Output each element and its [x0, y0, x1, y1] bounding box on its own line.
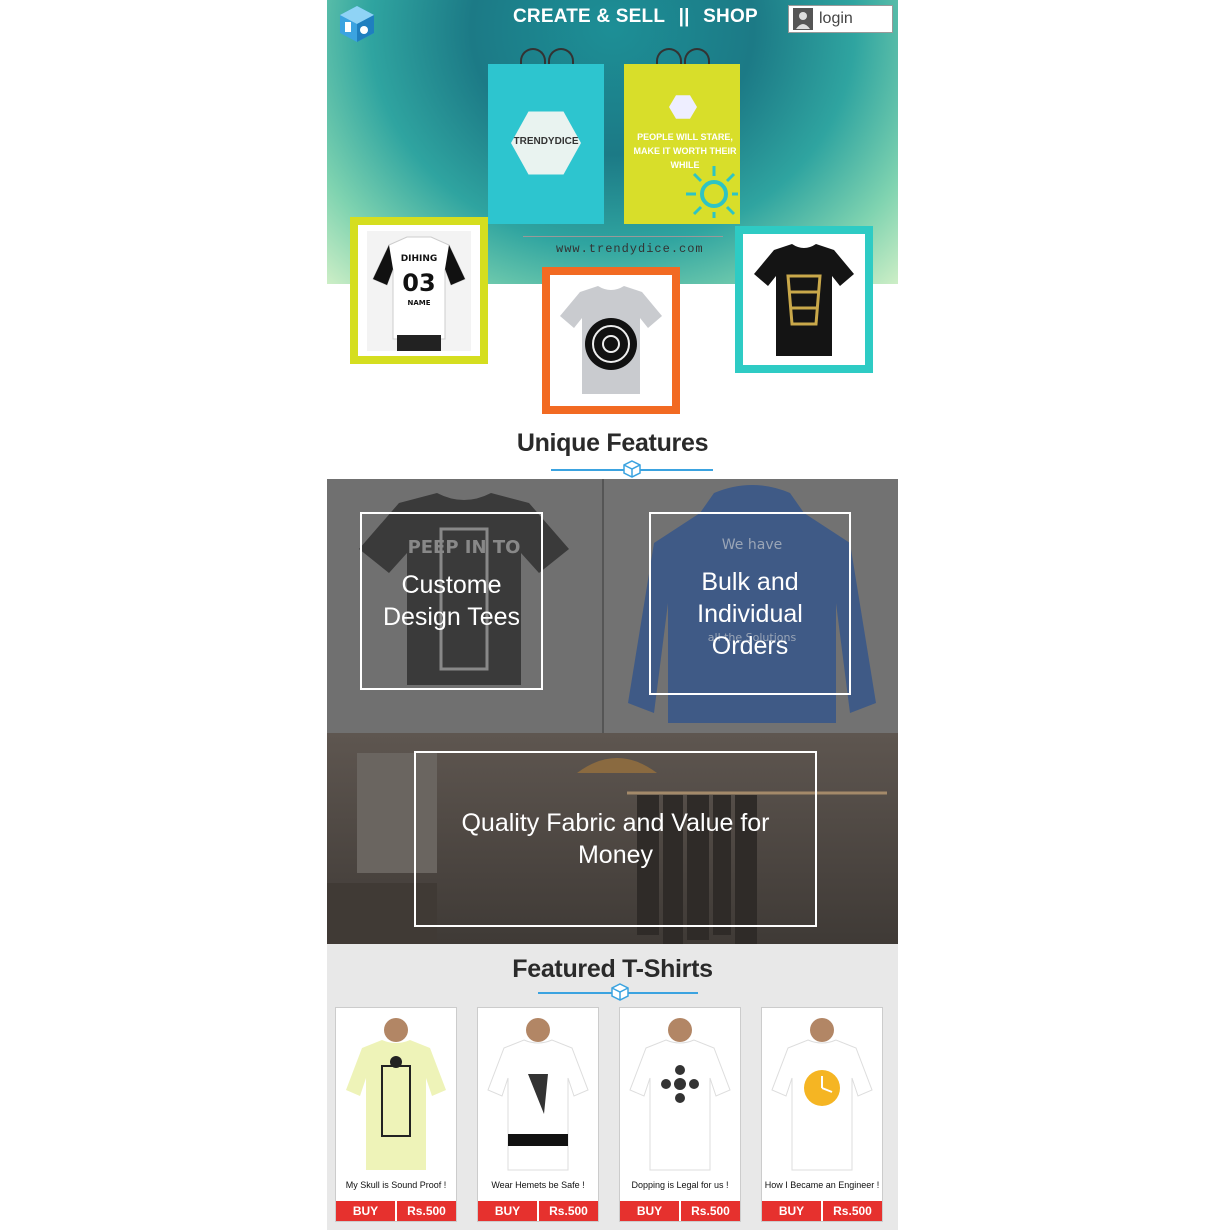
product-card[interactable]: Dopping is Legal for us ! BUY Rs.500 — [619, 1007, 741, 1222]
bag-body: PEOPLE WILL STARE, MAKE IT WORTH THEIR W… — [624, 64, 740, 224]
feature-tile-quality-fabric[interactable]: Quality Fabric and Value for Money — [327, 733, 898, 944]
nav-shop-link[interactable]: SHOP — [703, 6, 758, 28]
black-tshirt-icon — [754, 243, 854, 356]
shopping-bag-teal: TRENDYDICE — [488, 48, 604, 224]
login-label: login — [819, 10, 853, 27]
divider-line — [618, 992, 698, 994]
cube-logo-icon[interactable] — [337, 4, 377, 44]
login-button[interactable]: login — [788, 5, 893, 33]
feature-label-quality-fabric: Quality Fabric and Value for Money — [414, 751, 817, 927]
dopping-tshirt-image — [629, 1018, 731, 1171]
helmet-tshirt-image — [487, 1018, 589, 1171]
nav-separator: || — [678, 6, 690, 27]
bag-brand-text: TRENDYDICE — [513, 136, 579, 147]
product-name: My Skull is Sound Proof ! — [345, 1180, 447, 1190]
tile-separator — [602, 479, 604, 733]
buy-button[interactable]: BUY — [478, 1201, 537, 1221]
featured-tshirts-title: Featured T-Shirts — [512, 955, 713, 983]
url-divider — [523, 236, 723, 237]
product-card[interactable]: How I Became an Engineer ! BUY Rs.500 — [761, 1007, 883, 1222]
showcase-frame-grey-tee[interactable] — [542, 267, 680, 414]
product-card[interactable]: Wear Hemets be Safe ! BUY Rs.500 — [477, 1007, 599, 1222]
divider-line — [538, 992, 618, 994]
feature-tile-custom-design[interactable]: PEEP IN TO Custome Design Tees — [327, 479, 602, 733]
product-name: Dopping is Legal for us ! — [631, 1180, 729, 1190]
top-navigation: CREATE & SELL || SHOP — [513, 6, 758, 28]
user-icon — [793, 8, 813, 30]
buy-bar[interactable]: BUY Rs.500 — [620, 1201, 740, 1221]
section-divider — [327, 981, 898, 1003]
product-name: How I Became an Engineer ! — [764, 1180, 880, 1190]
featured-section: Featured T-Shirts My Skull is Sound Proo… — [327, 944, 898, 1230]
buy-bar[interactable]: BUY Rs.500 — [478, 1201, 598, 1221]
skull-tshirt-image — [346, 1018, 446, 1170]
price-label: Rs.500 — [833, 1204, 872, 1218]
nav-create-sell-link[interactable]: CREATE & SELL — [513, 6, 665, 28]
buy-button[interactable]: BUY — [336, 1201, 395, 1221]
brand-hex-badge: TRENDYDICE — [511, 111, 581, 175]
jersey-team-text: DIHING — [401, 254, 438, 264]
feature-tile-bulk-orders[interactable]: We have all the Solutions Bulk and Indiv… — [604, 479, 898, 733]
jersey-name-text: NAME — [407, 299, 430, 307]
site-url: www.trendydice.com — [556, 242, 704, 256]
buy-bar[interactable]: BUY Rs.500 — [762, 1201, 882, 1221]
product-card[interactable]: My Skull is Sound Proof ! BUY Rs.500 — [335, 1007, 457, 1222]
sun-icon — [686, 166, 738, 218]
jersey-number-text: 03 — [402, 269, 435, 297]
engineer-clock-tshirt-image — [771, 1018, 873, 1171]
product-name: Wear Hemets be Safe ! — [491, 1180, 585, 1190]
buy-button[interactable]: BUY — [620, 1201, 679, 1221]
buy-bar[interactable]: BUY Rs.500 — [336, 1201, 456, 1221]
cube-icon — [611, 983, 629, 1001]
showcase-frame-black-tee[interactable] — [735, 226, 873, 373]
section-divider — [327, 458, 898, 480]
features-grid: PEEP IN TO Custome Design Tees We have a… — [327, 479, 898, 944]
bag-body: TRENDYDICE — [488, 64, 604, 224]
price-label: Rs.500 — [691, 1204, 730, 1218]
price-label: Rs.500 — [407, 1204, 446, 1218]
feature-label-bulk-orders: Bulk and Individual Orders — [649, 512, 851, 695]
feature-label-custom-design: Custome Design Tees — [360, 512, 543, 690]
jersey-tshirt-icon: DIHING 03 NAME — [367, 230, 471, 351]
showcase-frame-jersey[interactable]: DIHING 03 NAME — [350, 217, 488, 364]
shopping-bag-yellow: PEOPLE WILL STARE, MAKE IT WORTH THEIR W… — [624, 48, 740, 224]
grey-tshirt-icon — [560, 285, 662, 394]
unique-features-title: Unique Features — [516, 429, 709, 457]
bag-tagline-line1: PEOPLE WILL STARE, — [637, 132, 733, 142]
buy-button[interactable]: BUY — [762, 1201, 821, 1221]
small-hex-badge — [669, 95, 697, 119]
cube-icon — [623, 460, 641, 478]
app-page: CREATE & SELL || SHOP login TRENDYDICE P… — [327, 0, 898, 1230]
price-label: Rs.500 — [549, 1204, 588, 1218]
